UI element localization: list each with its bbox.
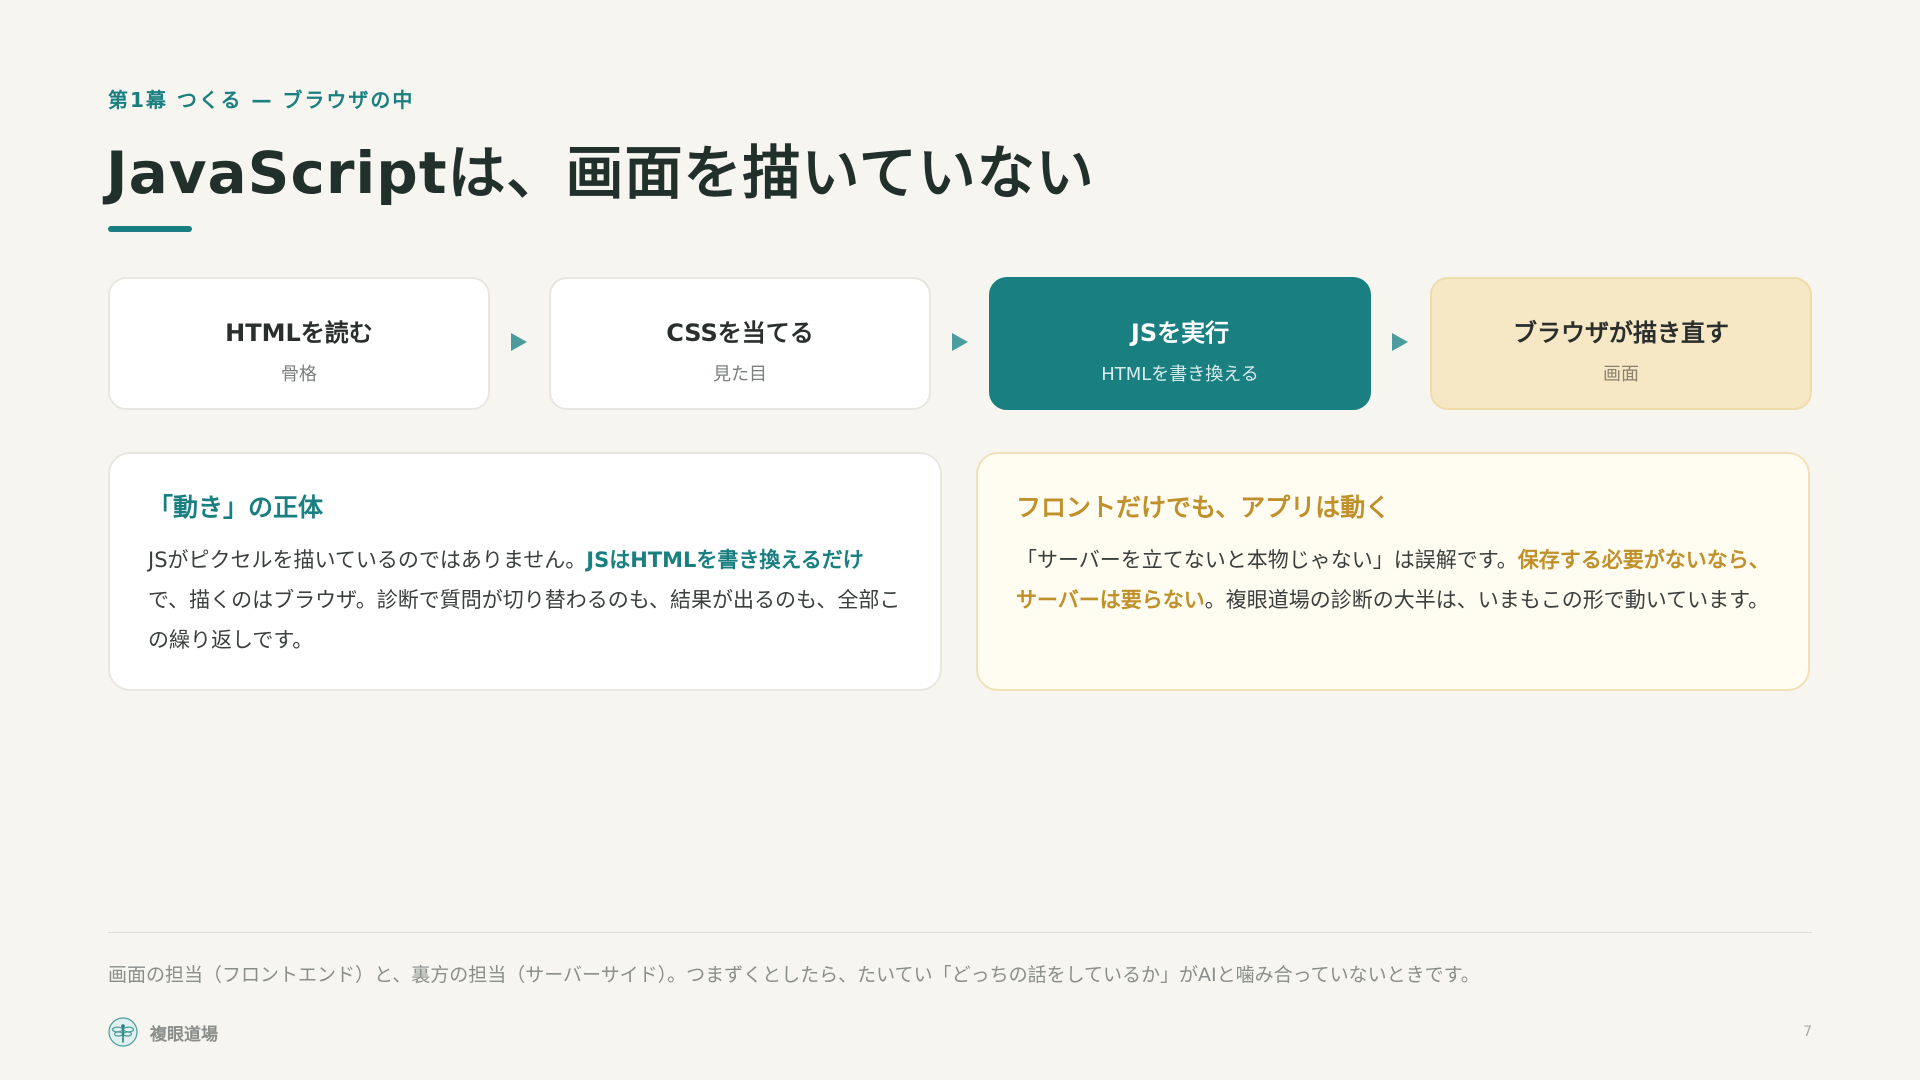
flow-step-subtitle: 画面 — [1603, 364, 1639, 385]
card-title: フロントだけでも、アプリは動く — [1016, 493, 1391, 522]
triangle-right-icon — [952, 333, 968, 351]
card-highlight: JSはHTMLを書き換えるだけ — [586, 548, 864, 572]
card-text: JSがピクセルを描いているのではありません。 — [148, 548, 587, 572]
flow-step-title: CSSを当てる — [666, 319, 814, 347]
card-body: 「サーバーを立てないと本物じゃない」は誤解です。保存する必要がないなら、サーバー… — [1016, 540, 1770, 620]
brand-name: 複眼道場 — [150, 1024, 218, 1045]
flow-step-apply-css: CSSを当てる 見た目 — [549, 277, 931, 410]
page-title: JavaScriptは、画面を描いていない — [106, 139, 1095, 207]
footer-note: 画面の担当（フロントエンド）と、裏方の担当（サーバーサイド）。つまずくとしたら、… — [108, 964, 1480, 986]
card-text: 「サーバーを立てないと本物じゃない」は誤解です。 — [1016, 548, 1518, 572]
flow-step-title: JSを実行 — [1130, 319, 1230, 347]
flow-step-subtitle: HTMLを書き換える — [1101, 364, 1259, 385]
flow-step-title: HTMLを読む — [225, 319, 373, 347]
flow-step-subtitle: 見た目 — [713, 364, 767, 385]
flow-step-title: ブラウザが描き直す — [1513, 319, 1729, 347]
brand: 複眼道場 — [108, 1016, 218, 1048]
triangle-right-icon — [1392, 333, 1408, 351]
section-eyebrow: 第1幕 つくる — ブラウザの中 — [108, 88, 415, 112]
flow-step-subtitle: 骨格 — [281, 364, 317, 385]
triangle-right-icon — [511, 333, 527, 351]
footer-divider — [108, 932, 1812, 933]
card-title: 「動き」の正体 — [148, 493, 324, 522]
slide: 第1幕 つくる — ブラウザの中 JavaScriptは、画面を描いていない H… — [0, 0, 1920, 1080]
card-motion-explained: 「動き」の正体 JSがピクセルを描いているのではありません。JSはHTMLを書き… — [108, 452, 942, 691]
title-underline — [108, 226, 192, 232]
card-text: 。複眼道場の診断の大半は、いまもこの形で動いています。 — [1204, 588, 1770, 612]
flow-step-browser-redraw: ブラウザが描き直す 画面 — [1430, 277, 1812, 410]
render-flow: HTMLを読む 骨格 CSSを当てる 見た目 JSを実行 HTMLを書き換える … — [108, 277, 1812, 410]
page-number: 7 — [1803, 1024, 1812, 1040]
dragonfly-icon — [108, 1017, 138, 1047]
flow-step-read-html: HTMLを読む 骨格 — [108, 277, 490, 410]
card-body: JSがピクセルを描いているのではありません。JSはHTMLを書き換えるだけで、描… — [148, 540, 902, 660]
card-frontend-only: フロントだけでも、アプリは動く 「サーバーを立てないと本物じゃない」は誤解です。… — [976, 452, 1810, 691]
card-text: で、描くのはブラウザ。診断で質問が切り替わるのも、結果が出るのも、全部この繰り返… — [148, 588, 901, 652]
flow-step-run-js: JSを実行 HTMLを書き換える — [989, 277, 1371, 410]
